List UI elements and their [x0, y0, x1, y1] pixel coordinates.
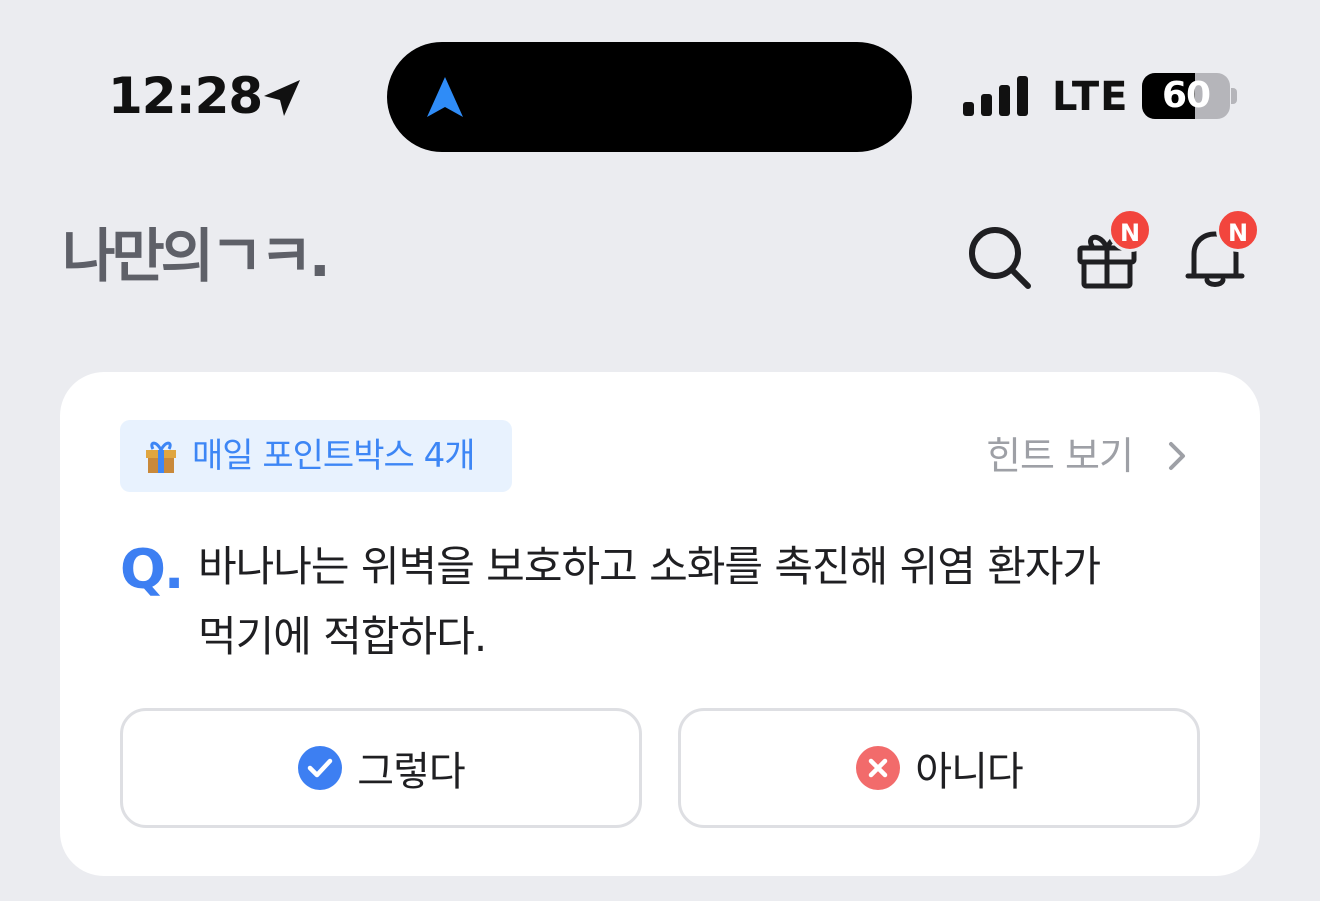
- check-circle-icon: [298, 746, 343, 790]
- chevron-right-icon[interactable]: [1164, 440, 1190, 472]
- dynamic-island: [387, 42, 912, 152]
- quiz-card: 매일 포인트박스 4개 힌트 보기 Q. 바나나는 위벽을 보호하고 소화를 촉…: [60, 372, 1260, 876]
- battery-icon: 60: [1142, 73, 1230, 119]
- battery-percent: 60: [1161, 75, 1211, 116]
- gift-box-icon: [146, 441, 176, 473]
- navigation-arrow-icon: [427, 77, 463, 117]
- daily-point-box-label: 매일 포인트박스 4개: [192, 436, 475, 476]
- hint-link[interactable]: 힌트 보기: [986, 426, 1134, 486]
- app-logo[interactable]: 나만의ㄱㅋ.: [62, 220, 331, 292]
- battery-cap: [1231, 88, 1237, 104]
- location-arrow-icon: [264, 80, 300, 116]
- question-text: 바나나는 위벽을 보호하고 소화를 촉진해 위염 환자가 먹기에 적합하다.: [198, 542, 1101, 661]
- search-icon: [969, 227, 1031, 289]
- notification-new-badge: N: [1216, 208, 1260, 252]
- gift-new-badge: N: [1108, 208, 1152, 252]
- daily-point-box-badge: 매일 포인트박스 4개: [120, 420, 512, 492]
- signal-icon: [963, 76, 1028, 116]
- question-mark-label: Q.: [120, 538, 184, 601]
- search-button[interactable]: [964, 222, 1034, 292]
- status-bar: 12:28 LTE 60: [0, 0, 1320, 190]
- answer-yes-label: 그렇다: [357, 749, 465, 795]
- network-type: LTE: [1052, 74, 1129, 120]
- status-time: 12:28: [108, 67, 263, 125]
- answer-no-button[interactable]: 아니다: [678, 708, 1200, 828]
- answer-no-label: 아니다: [915, 749, 1023, 795]
- x-circle-icon: [856, 746, 901, 790]
- answer-yes-button[interactable]: 그렇다: [120, 708, 642, 828]
